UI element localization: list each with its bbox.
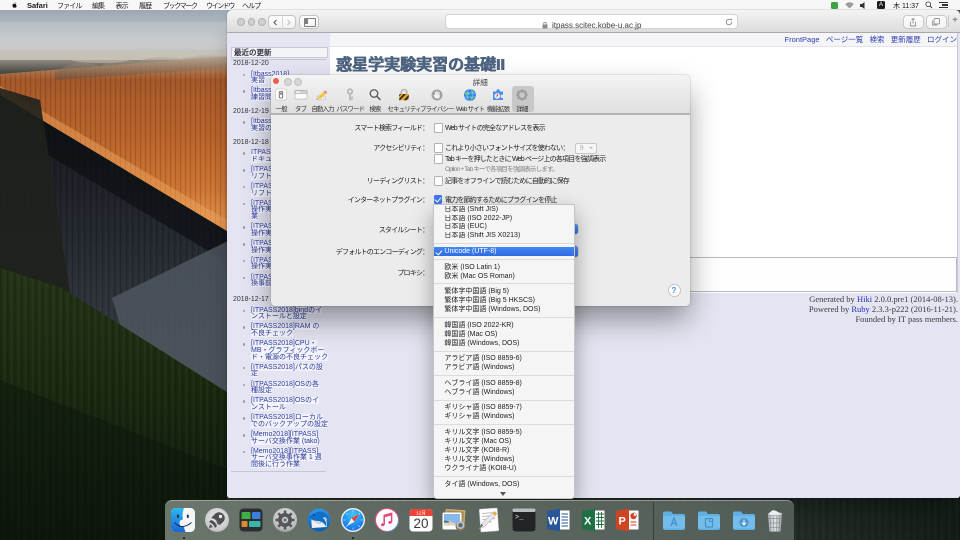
svg-text:X: X <box>584 515 592 527</box>
svg-text:20: 20 <box>413 516 428 531</box>
svg-text:>_: >_ <box>515 514 524 522</box>
svg-text:P: P <box>619 515 626 527</box>
svg-text:W: W <box>548 515 559 527</box>
